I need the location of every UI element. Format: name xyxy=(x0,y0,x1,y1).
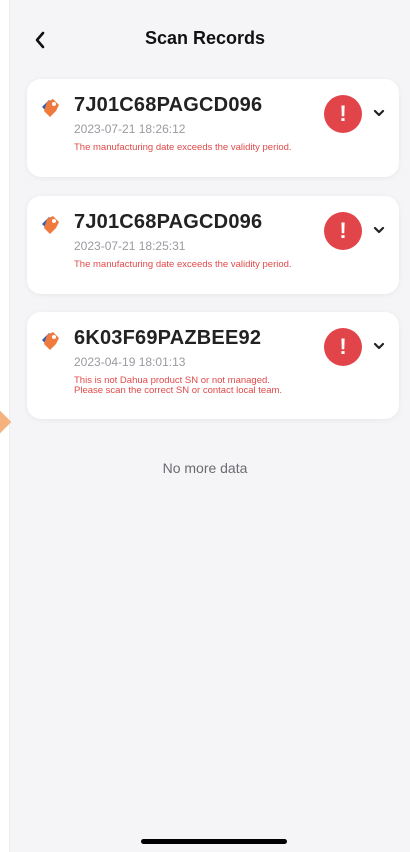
chevron-down-icon xyxy=(373,342,385,350)
scan-timestamp: 2023-07-21 18:25:31 xyxy=(74,239,186,253)
expand-button[interactable] xyxy=(371,105,387,121)
home-indicator[interactable] xyxy=(141,839,287,844)
expand-button[interactable] xyxy=(371,222,387,238)
chevron-down-icon xyxy=(373,109,385,117)
error-message: The manufacturing date exceeds the valid… xyxy=(74,142,292,153)
alert-exclamation-icon: ! xyxy=(339,218,347,243)
product-tag-icon xyxy=(42,216,59,234)
scan-timestamp: 2023-07-21 18:26:12 xyxy=(74,122,186,136)
record-card[interactable]: 7J01C68PAGCD096 2023-07-21 18:25:31 The … xyxy=(27,196,399,294)
alert-exclamation-icon: ! xyxy=(339,334,347,359)
serial-number: 6K03F69PAZBEE92 xyxy=(74,327,262,349)
scan-timestamp: 2023-04-19 18:01:13 xyxy=(74,355,186,369)
alert-badge: ! xyxy=(324,212,362,250)
page-title: Scan Records xyxy=(144,28,266,48)
error-message: The manufacturing date exceeds the valid… xyxy=(74,259,292,270)
chevron-down-icon xyxy=(373,226,385,234)
serial-number: 7J01C68PAGCD096 xyxy=(74,94,263,116)
alert-badge: ! xyxy=(324,95,362,133)
expand-button[interactable] xyxy=(371,338,387,354)
record-card[interactable]: 6K03F69PAZBEE92 2023-04-19 18:01:13 This… xyxy=(27,312,399,419)
error-message: This is not Dahua product SN or not mana… xyxy=(74,375,283,396)
header-bar: Scan Records xyxy=(0,0,410,76)
serial-number: 7J01C68PAGCD096 xyxy=(74,211,263,233)
alert-exclamation-icon: ! xyxy=(339,101,347,126)
product-tag-icon xyxy=(42,99,59,117)
product-tag-icon xyxy=(42,332,59,350)
record-card[interactable]: 7J01C68PAGCD096 2023-07-21 18:26:12 The … xyxy=(27,79,399,177)
alert-badge: ! xyxy=(324,328,362,366)
no-more-data-label: No more data xyxy=(162,460,248,476)
